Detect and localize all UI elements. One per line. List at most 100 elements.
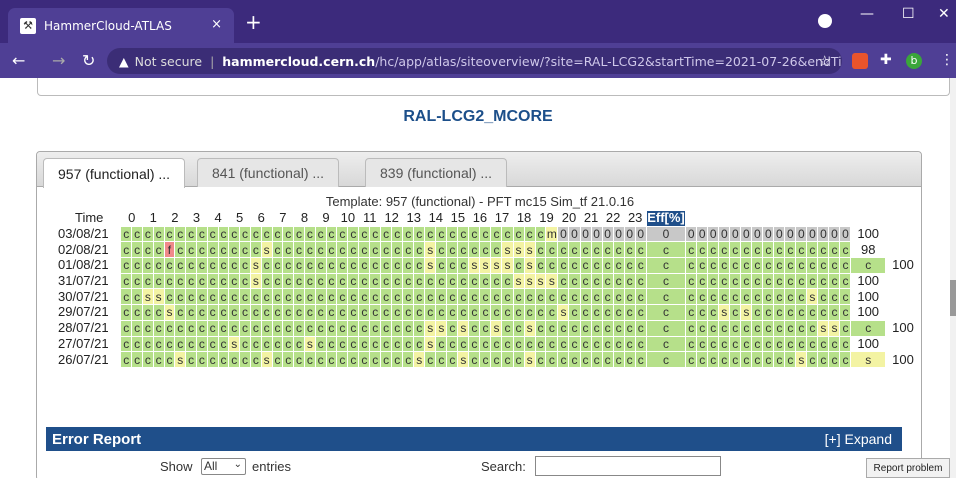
job-status-cell[interactable]: c — [249, 288, 262, 306]
job-status-cell[interactable]: c — [806, 272, 819, 290]
job-status-cell[interactable]: c — [131, 225, 143, 243]
job-status-cell[interactable]: c — [645, 351, 687, 368]
job-status-cell[interactable]: c — [314, 319, 327, 337]
job-status-cell[interactable]: c — [174, 288, 187, 306]
job-status-cell[interactable]: c — [479, 319, 492, 337]
job-status-cell[interactable]: c — [174, 304, 187, 321]
job-status-cell[interactable]: c — [347, 272, 360, 290]
job-status-cell[interactable]: m — [545, 225, 559, 243]
job-status-cell[interactable]: c — [457, 241, 470, 259]
job-status-cell[interactable]: c — [271, 225, 284, 243]
job-status-cell[interactable]: c — [457, 257, 470, 274]
job-status-cell[interactable]: c — [336, 225, 349, 243]
job-status-cell[interactable]: c — [303, 272, 316, 290]
job-status-cell[interactable]: c — [271, 257, 284, 274]
job-status-cell[interactable]: c — [579, 351, 592, 368]
job-status-cell[interactable]: c — [391, 288, 404, 306]
job-status-cell[interactable]: 0 — [784, 225, 797, 243]
job-status-cell[interactable]: c — [534, 257, 547, 274]
job-status-cell[interactable]: c — [358, 241, 371, 259]
job-status-cell[interactable]: c — [623, 304, 636, 321]
job-status-cell[interactable]: c — [271, 304, 284, 321]
job-status-cell[interactable]: c — [817, 257, 830, 274]
job-status-cell[interactable]: c — [391, 257, 404, 274]
job-status-cell[interactable]: c — [435, 225, 448, 243]
job-status-cell[interactable]: c — [696, 257, 709, 274]
job-status-cell[interactable]: c — [696, 288, 709, 306]
job-status-cell[interactable]: 0 — [601, 225, 614, 243]
job-status-cell[interactable]: c — [174, 319, 187, 337]
job-status-cell[interactable]: c — [228, 288, 241, 306]
job-status-cell[interactable]: 0 — [612, 225, 625, 243]
job-status-cell[interactable]: 0 — [718, 225, 731, 243]
job-status-cell[interactable]: c — [512, 335, 525, 353]
job-status-cell[interactable]: c — [479, 304, 492, 321]
job-status-cell[interactable]: c — [435, 257, 448, 274]
job-status-cell[interactable]: c — [293, 272, 305, 290]
job-status-cell[interactable]: c — [260, 257, 273, 274]
job-status-cell[interactable]: c — [369, 335, 382, 353]
job-status-cell[interactable]: c — [468, 304, 481, 321]
job-status-cell[interactable]: c — [228, 257, 241, 274]
job-status-cell[interactable]: c — [501, 335, 514, 353]
job-status-cell[interactable]: s — [501, 257, 514, 274]
forward-arrow-icon[interactable]: → — [52, 51, 65, 70]
job-status-cell[interactable]: c — [795, 241, 808, 259]
job-status-cell[interactable]: s — [424, 335, 437, 353]
job-status-cell[interactable]: c — [612, 272, 625, 290]
job-status-cell[interactable]: c — [579, 335, 592, 353]
job-status-cell[interactable]: c — [391, 304, 404, 321]
job-status-cell[interactable]: c — [479, 241, 492, 259]
job-status-cell[interactable]: c — [369, 304, 382, 321]
job-status-cell[interactable]: c — [634, 304, 647, 321]
job-status-cell[interactable]: s — [468, 257, 481, 274]
job-status-cell[interactable]: c — [271, 272, 284, 290]
job-status-cell[interactable]: c — [271, 351, 284, 368]
job-status-cell[interactable]: c — [217, 272, 230, 290]
job-status-cell[interactable]: c — [468, 272, 481, 290]
job-status-cell[interactable]: c — [806, 335, 819, 353]
job-status-cell[interactable]: c — [249, 335, 262, 353]
job-status-cell[interactable]: s — [152, 288, 165, 306]
window-close-button[interactable]: ✕ — [938, 6, 950, 22]
job-status-cell[interactable]: c — [523, 288, 536, 306]
job-status-cell[interactable]: c — [303, 288, 316, 306]
job-status-cell[interactable]: c — [174, 225, 187, 243]
job-status-cell[interactable]: c — [347, 257, 360, 274]
job-status-cell[interactable]: c — [336, 335, 349, 353]
job-status-cell[interactable]: c — [740, 335, 753, 353]
job-status-cell[interactable]: c — [282, 225, 295, 243]
job-status-cell[interactable]: c — [303, 304, 316, 321]
job-status-cell[interactable]: c — [282, 288, 295, 306]
job-status-cell[interactable]: c — [479, 288, 492, 306]
job-status-cell[interactable]: c — [314, 351, 327, 368]
job-status-cell[interactable]: c — [141, 225, 154, 243]
job-status-cell[interactable]: c — [249, 319, 262, 337]
job-status-cell[interactable]: c — [120, 351, 133, 368]
job-status-cell[interactable]: c — [773, 319, 786, 337]
job-status-cell[interactable]: c — [634, 351, 647, 368]
job-status-cell[interactable]: c — [380, 225, 393, 243]
job-status-cell[interactable]: 0 — [634, 225, 647, 243]
job-status-cell[interactable]: c — [303, 257, 316, 274]
job-status-cell[interactable]: c — [131, 288, 143, 306]
job-status-cell[interactable]: s — [718, 304, 731, 321]
job-status-cell[interactable]: c — [358, 351, 371, 368]
job-status-cell[interactable]: c — [435, 304, 448, 321]
job-status-cell[interactable]: c — [696, 335, 709, 353]
job-status-cell[interactable]: c — [457, 335, 470, 353]
job-status-cell[interactable]: c — [120, 319, 133, 337]
job-status-cell[interactable]: c — [369, 351, 382, 368]
job-status-cell[interactable]: c — [402, 351, 415, 368]
job-status-cell[interactable]: c — [228, 272, 241, 290]
job-status-cell[interactable]: c — [490, 272, 503, 290]
job-status-cell[interactable]: c — [163, 272, 176, 290]
job-status-cell[interactable]: c — [195, 288, 208, 306]
job-status-cell[interactable]: c — [206, 288, 219, 306]
job-status-cell[interactable]: c — [314, 335, 327, 353]
job-status-cell[interactable]: c — [402, 304, 415, 321]
job-status-cell[interactable]: c — [457, 304, 470, 321]
job-status-cell[interactable]: c — [685, 241, 698, 259]
job-status-cell[interactable]: s — [806, 288, 819, 306]
job-status-cell[interactable]: c — [784, 241, 797, 259]
